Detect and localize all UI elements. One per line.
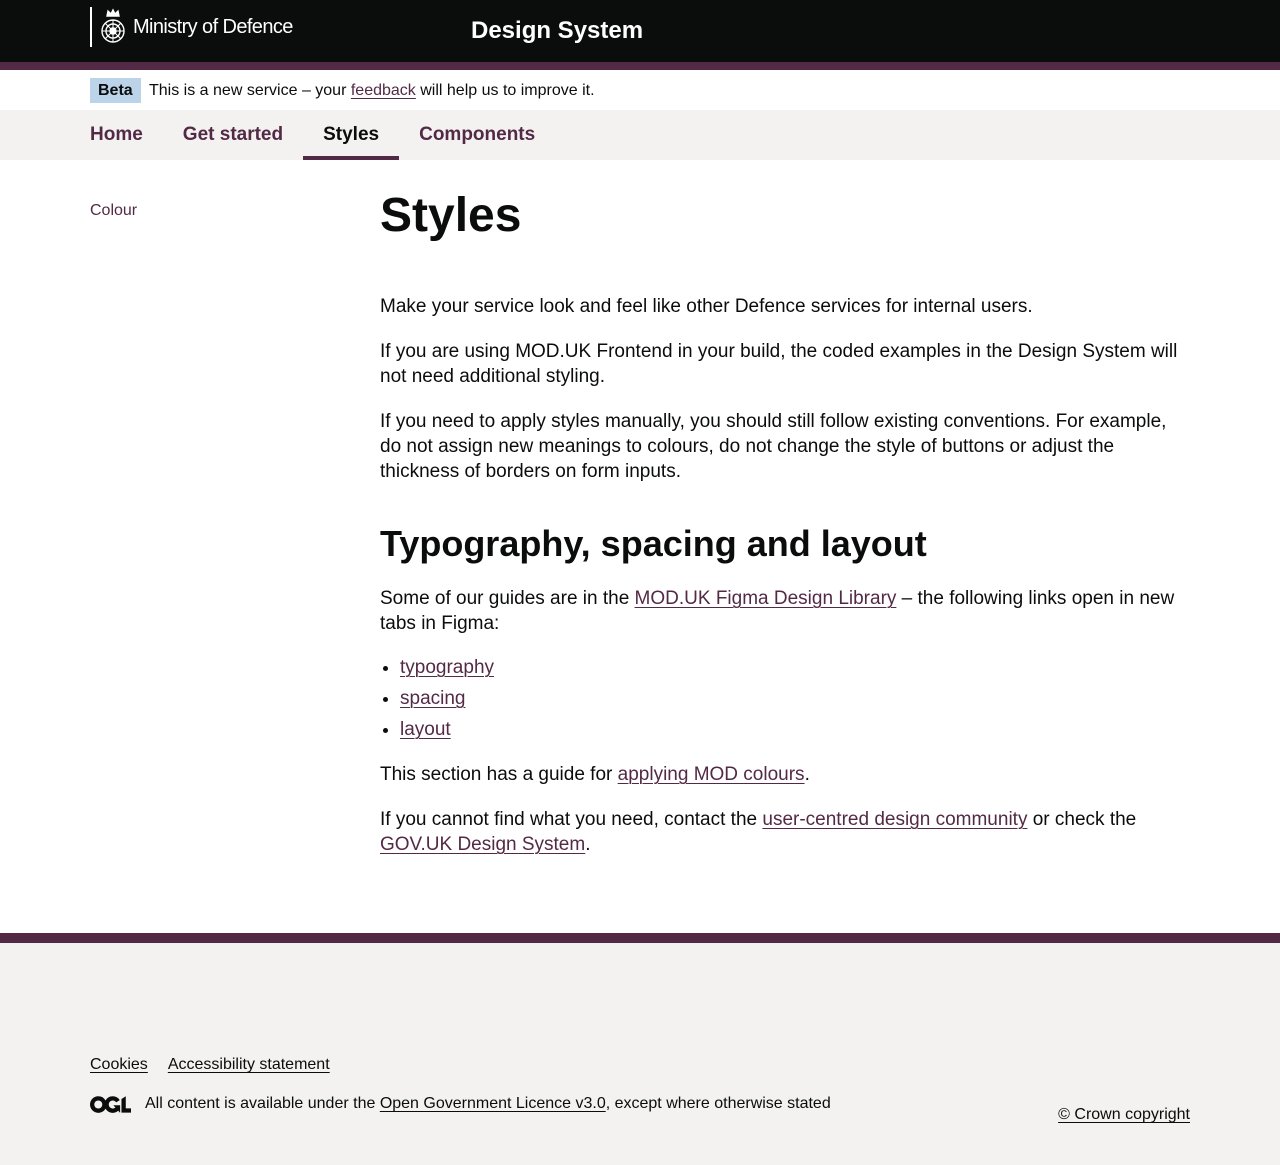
figma-library-link[interactable]: MOD.UK Figma Design Library — [635, 588, 897, 609]
accessibility-statement-link[interactable]: Accessibility statement — [168, 1056, 330, 1073]
site-footer: Cookies Accessibility statement All cont… — [0, 933, 1280, 1165]
intro-paragraph-1: Make your service look and feel like oth… — [380, 296, 1033, 317]
layout-link[interactable]: layout — [400, 719, 451, 740]
licence-statement: All content is available under the Open … — [90, 1095, 831, 1113]
footer-item-cookies: Cookies — [90, 1056, 148, 1074]
nav-item-home: Home — [70, 110, 163, 160]
phase-text-before: This is a new service – your — [149, 82, 351, 99]
royal-crest-icon — [101, 8, 125, 43]
colour-text-before: This section has a guide for — [380, 764, 618, 785]
phase-banner: Beta This is a new service – your feedba… — [0, 70, 1280, 110]
header-container: Ministry of Defence Design System — [90, 0, 1190, 62]
nav-link-home[interactable]: Home — [90, 110, 143, 160]
phase-tag: Beta — [90, 78, 141, 103]
ogl-logo-icon — [90, 1095, 131, 1113]
guides-paragraph: Some of our guides are in the MOD.UK Fig… — [380, 586, 1190, 636]
nav-list: Home Get started Styles Components — [70, 110, 555, 160]
section-heading-typography: Typography, spacing and layout — [380, 523, 927, 564]
main-content-area: Colour Styles Make your service look and… — [0, 160, 1280, 933]
nav-link-get-started[interactable]: Get started — [183, 110, 283, 160]
nav-item-components: Components — [399, 110, 555, 160]
nav-item-styles: Styles — [303, 110, 400, 160]
copyright: © Crown copyright — [1058, 1106, 1190, 1124]
guide-links-list: typography spacing layout — [380, 655, 1190, 742]
page-title: Styles — [380, 189, 522, 242]
spacing-link[interactable]: spacing — [400, 688, 466, 709]
govuk-design-system-link[interactable]: GOV.UK Design System — [380, 834, 585, 855]
colour-text-after: . — [804, 764, 810, 785]
phase-banner-text: This is a new service – your feedback wi… — [149, 81, 595, 100]
mod-logo-link[interactable]: Ministry of Defence — [90, 7, 293, 47]
crown-copyright-link[interactable]: © Crown copyright — [1058, 1106, 1190, 1123]
intro-paragraph-2: If you are using MOD.UK Frontend in your… — [380, 341, 1178, 387]
contact-text-middle: or check the — [1027, 809, 1137, 830]
licence-text-after: , except where otherwise stated — [605, 1095, 831, 1112]
site-header: Ministry of Defence Design System — [0, 0, 1280, 62]
footer-links: Cookies Accessibility statement — [90, 1056, 350, 1074]
contact-text-after: . — [585, 834, 591, 855]
phase-text-after: will help us to improve it. — [415, 82, 595, 99]
ucd-community-link[interactable]: user-centred design community — [762, 809, 1027, 830]
feedback-link[interactable]: feedback — [351, 82, 416, 99]
contact-text-before: If you cannot find what you need, contac… — [380, 809, 763, 830]
nav-item-get-started: Get started — [163, 110, 303, 160]
list-item: layout — [400, 717, 1190, 742]
licence-text: All content is available under the Open … — [145, 1095, 831, 1113]
typography-link[interactable]: typography — [400, 657, 494, 678]
list-item: typography — [400, 655, 1190, 680]
service-name-link[interactable]: Design System — [471, 17, 643, 45]
nav-link-styles[interactable]: Styles — [323, 110, 379, 160]
list-item: spacing — [400, 686, 1190, 711]
primary-navigation: Home Get started Styles Components — [0, 110, 1280, 160]
footer-item-accessibility: Accessibility statement — [168, 1056, 330, 1074]
header-accent-bar — [0, 62, 1280, 70]
mod-logo-text: Ministry of Defence — [133, 15, 293, 38]
licence-text-before: All content is available under the — [145, 1095, 380, 1112]
colour-guide-paragraph: This section has a guide for applying MO… — [380, 762, 1190, 787]
ogl-licence-link[interactable]: Open Government Licence v3.0 — [380, 1095, 606, 1112]
cookies-link[interactable]: Cookies — [90, 1056, 148, 1073]
intro-paragraph-3: If you need to apply styles manually, yo… — [380, 411, 1167, 482]
page-content: Styles Make your service look and feel l… — [380, 190, 1190, 877]
applying-colours-link[interactable]: applying MOD colours — [618, 764, 805, 785]
guides-text-before: Some of our guides are in the — [380, 588, 635, 609]
contact-paragraph: If you cannot find what you need, contac… — [380, 807, 1190, 857]
side-navigation: Colour — [90, 202, 137, 220]
side-nav-item-colour: Colour — [90, 202, 137, 220]
side-nav-link-colour[interactable]: Colour — [90, 202, 137, 219]
nav-link-components[interactable]: Components — [419, 110, 535, 160]
